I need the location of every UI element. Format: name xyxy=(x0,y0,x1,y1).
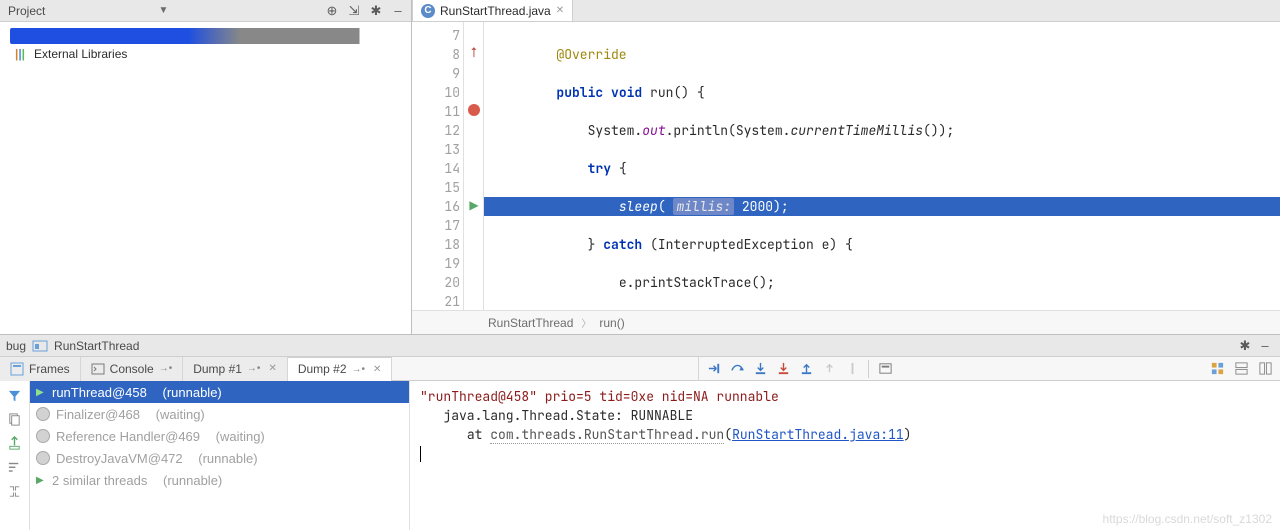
evaluate-expression-icon[interactable] xyxy=(874,358,896,380)
pin-icon: →• xyxy=(352,364,366,375)
debug-config-name[interactable]: RunStartThread xyxy=(54,339,139,353)
tab-console[interactable]: Console →• xyxy=(81,357,184,381)
hide-icon[interactable]: – xyxy=(1256,337,1274,355)
dump-line: java.lang.Thread.State: RUNNABLE xyxy=(420,406,1270,425)
breadcrumb-class[interactable]: RunStartThread xyxy=(488,316,573,330)
thread-list[interactable]: ▶ runThread@458 (runnable) Finalizer@468… xyxy=(30,381,410,530)
debug-tool-window: bug RunStartThread ✱ – Frames Console →•… xyxy=(0,335,1280,530)
override-up-icon[interactable]: ⭡ xyxy=(466,44,482,60)
debug-side-toolbar xyxy=(0,381,30,530)
expand-icon[interactable]: ▶ xyxy=(36,475,46,486)
debug-prefix: bug xyxy=(6,339,26,353)
frames-icon xyxy=(10,362,24,376)
tab-dump1[interactable]: Dump #1 →• ✕ xyxy=(183,357,288,381)
thread-icon xyxy=(36,451,50,465)
current-execution-line: sleep( millis: 2000); xyxy=(484,197,1280,216)
layout3-icon[interactable] xyxy=(1254,358,1276,380)
external-libraries-node[interactable]: ||| External Libraries xyxy=(6,44,411,64)
debug-header: bug RunStartThread xyxy=(6,338,1232,354)
thread-icon xyxy=(36,407,50,421)
console-icon xyxy=(91,362,105,376)
show-execution-point-icon[interactable] xyxy=(703,358,725,380)
source-link[interactable]: RunStartThread.java:11 xyxy=(732,426,904,443)
layout-icon[interactable] xyxy=(1206,358,1228,380)
project-tool-window: Project ▼ ⊕ ⇲ ✱ – ||| External Libraries xyxy=(0,0,412,334)
gear-icon[interactable]: ✱ xyxy=(1236,337,1254,355)
thread-row[interactable]: Finalizer@468 (waiting) xyxy=(30,403,409,425)
pin-icon: →• xyxy=(159,363,173,374)
dump-line: "runThread@458" prio=5 tid=0xe nid=NA ru… xyxy=(420,387,1270,406)
breadcrumb-method[interactable]: run() xyxy=(599,316,624,330)
step-into-icon[interactable] xyxy=(749,358,771,380)
pin-icon: →• xyxy=(247,363,261,374)
breakpoint-icon[interactable] xyxy=(466,102,482,118)
project-tree[interactable]: ||| External Libraries xyxy=(0,22,411,334)
thread-row[interactable]: Reference Handler@469 (waiting) xyxy=(30,425,409,447)
force-step-into-icon[interactable] xyxy=(772,358,794,380)
editor: C RunStartThread.java ✕ 7 8 9 10 11 12 1… xyxy=(412,0,1280,334)
project-header: Project ▼ ⊕ ⇲ ✱ – xyxy=(0,0,411,22)
merge-icon[interactable] xyxy=(5,481,25,501)
thread-icon xyxy=(36,429,50,443)
external-libraries-label: External Libraries xyxy=(34,47,127,61)
filter-icon[interactable] xyxy=(5,385,25,405)
editor-tabs: C RunStartThread.java ✕ xyxy=(412,0,1280,22)
close-icon[interactable]: ✕ xyxy=(373,364,381,375)
export-icon[interactable] xyxy=(5,433,25,453)
run-config-icon xyxy=(32,338,48,354)
drop-frame-icon[interactable] xyxy=(818,358,840,380)
java-class-icon: C xyxy=(421,4,435,18)
close-tab-icon[interactable]: ✕ xyxy=(556,5,564,16)
redacted-project-node xyxy=(10,28,407,44)
sort-icon[interactable] xyxy=(5,457,25,477)
libraries-icon: ||| xyxy=(12,46,28,62)
thread-dump-output[interactable]: "runThread@458" prio=5 tid=0xe nid=NA ru… xyxy=(410,381,1280,530)
step-toolbar xyxy=(698,357,900,381)
project-title[interactable]: Project xyxy=(4,4,153,18)
step-out-icon[interactable] xyxy=(795,358,817,380)
editor-tab-runstartthread[interactable]: C RunStartThread.java ✕ xyxy=(412,0,573,21)
editor-tab-label: RunStartThread.java xyxy=(440,4,551,18)
hide-icon[interactable]: – xyxy=(389,2,407,20)
watermark: https://blog.csdn.net/soft_z1302 xyxy=(1103,512,1272,526)
thread-row[interactable]: DestroyJavaVM@472 (runnable) xyxy=(30,447,409,469)
tab-frames[interactable]: Frames xyxy=(0,357,81,381)
expand-all-icon[interactable]: ⇲ xyxy=(345,2,363,20)
copy-icon[interactable] xyxy=(5,409,25,429)
expand-icon[interactable]: ▶ xyxy=(36,387,46,398)
step-over-icon[interactable] xyxy=(726,358,748,380)
code-content[interactable]: @Override public void run() { System.out… xyxy=(484,22,1280,310)
thread-row[interactable]: ▶ runThread@458 (runnable) xyxy=(30,381,409,403)
locate-icon[interactable]: ⊕ xyxy=(323,2,341,20)
breadcrumb[interactable]: RunStartThread 〉 run() xyxy=(412,310,1280,334)
line-number-gutter[interactable]: 7 8 9 10 11 12 13 14 15 16 17 18 19 20 2… xyxy=(412,22,464,310)
chevron-right-icon: 〉 xyxy=(581,315,591,330)
gutter-marks[interactable]: ⭡ ▶ xyxy=(464,22,484,310)
layout2-icon[interactable] xyxy=(1230,358,1252,380)
dump-line: at com.threads.RunStartThread.run(RunSta… xyxy=(420,425,1270,444)
run-to-cursor-icon[interactable] xyxy=(841,358,863,380)
tab-dump2[interactable]: Dump #2 →• ✕ xyxy=(288,357,393,381)
gear-icon[interactable]: ✱ xyxy=(367,2,385,20)
close-icon[interactable]: ✕ xyxy=(268,363,276,374)
run-gutter-icon[interactable]: ▶ xyxy=(466,197,482,213)
text-cursor xyxy=(420,446,421,462)
view-mode-dropdown[interactable]: ▼ xyxy=(157,5,171,16)
thread-row[interactable]: ▶ 2 similar threads (runnable) xyxy=(30,469,409,491)
